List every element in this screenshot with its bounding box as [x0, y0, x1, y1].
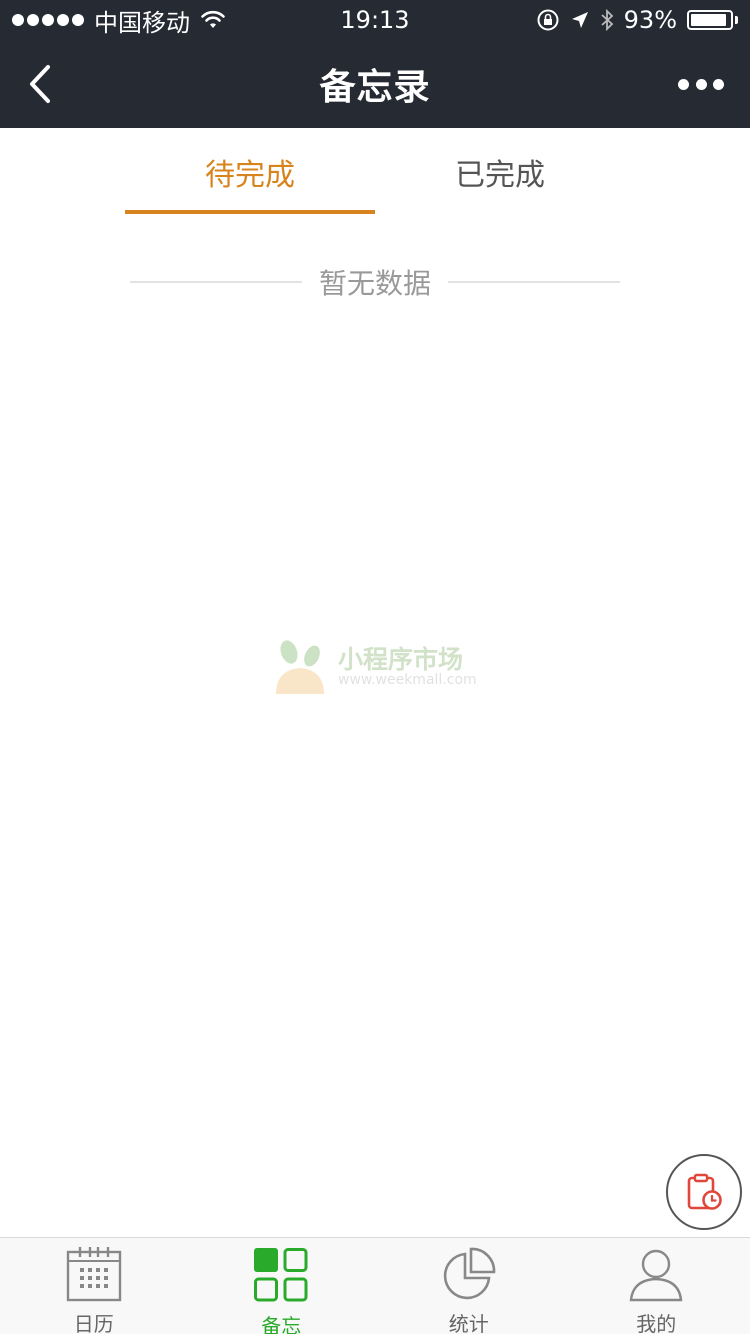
carrier-name: 中国移动: [94, 8, 190, 37]
pie-chart-icon: [443, 1247, 496, 1300]
tabbar-label-memo: 备忘: [261, 1314, 302, 1334]
more-dot-icon: [678, 78, 689, 90]
bottom-tab-bar: 日历 备忘 统计 我的: [0, 1237, 750, 1334]
wifi-icon: [201, 10, 225, 28]
watermark-url: www.weekmall.com: [338, 672, 477, 689]
grid-icon: [254, 1248, 308, 1302]
tabbar-label-calendar: 日历: [73, 1312, 114, 1334]
signal-strength-icon: [12, 14, 84, 26]
tabbar-item-memo[interactable]: 备忘: [188, 1238, 376, 1334]
divider-right: [447, 281, 620, 283]
back-button[interactable]: [18, 62, 62, 106]
status-right: 93%: [536, 6, 738, 34]
more-dot-icon: [713, 78, 724, 90]
calendar-icon: [66, 1247, 121, 1302]
radish-logo-icon: [276, 640, 324, 694]
divider-left: [130, 281, 302, 283]
add-reminder-button[interactable]: [666, 1154, 742, 1230]
status-left: 中国移动: [12, 3, 226, 38]
tabbar-label-stats: 统计: [448, 1312, 489, 1334]
memo-tabs: 待完成 已完成: [0, 128, 750, 216]
page-title: 备忘录: [319, 67, 431, 108]
rotation-lock-icon: [537, 9, 559, 31]
empty-state: 暂无数据: [130, 262, 620, 302]
clipboard-clock-icon: [687, 1173, 722, 1210]
bluetooth-icon: [601, 8, 613, 32]
tabbar-item-profile[interactable]: 我的: [563, 1238, 750, 1334]
tabbar-label-profile: 我的: [636, 1312, 677, 1334]
tabbar-item-calendar[interactable]: 日历: [0, 1238, 188, 1334]
empty-state-text: 暂无数据: [318, 267, 431, 300]
more-dot-icon: [695, 78, 707, 90]
tabbar-item-stats[interactable]: 统计: [375, 1238, 563, 1334]
watermark: 小程序市场 www.weekmall.com: [272, 636, 482, 698]
user-icon: [629, 1249, 683, 1302]
battery-icon: [687, 10, 738, 30]
location-icon: [571, 12, 588, 28]
tab-pending[interactable]: 待完成: [125, 128, 375, 216]
watermark-title: 小程序市场: [338, 644, 464, 674]
nav-bar: 备忘录: [0, 40, 750, 128]
battery-percent: 93%: [623, 6, 677, 34]
more-options-button[interactable]: [678, 72, 724, 96]
status-bar: 中国移动 19:13 93%: [0, 0, 750, 40]
watermark-text: 小程序市场 www.weekmall.com: [338, 646, 477, 689]
chevron-left-icon: [30, 65, 50, 103]
tab-completed[interactable]: 已完成: [375, 128, 625, 216]
